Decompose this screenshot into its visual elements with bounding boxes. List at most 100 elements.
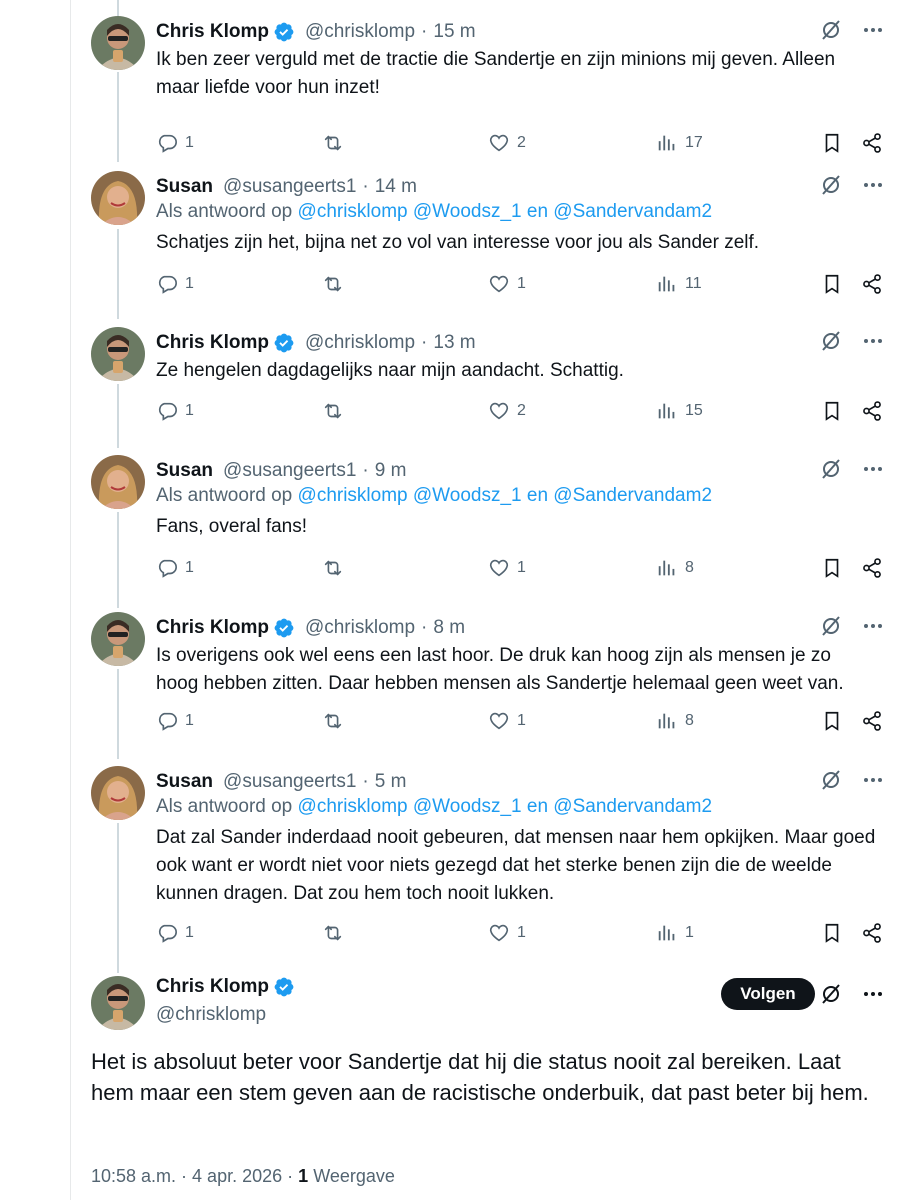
like-button[interactable]: 1: [488, 710, 526, 732]
bookmark-button[interactable]: [821, 132, 843, 154]
more-icon[interactable]: [861, 768, 885, 792]
author-name[interactable]: Chris Klomp: [156, 617, 269, 639]
reply-post: Susan @susangeerts1 · 14 m Als antwoord op @…: [0, 171, 907, 303]
repost-button[interactable]: [322, 400, 351, 422]
avatar[interactable]: [91, 612, 145, 666]
views-count: 17: [685, 134, 703, 151]
avatar[interactable]: [91, 16, 145, 70]
bookmark-button[interactable]: [821, 710, 843, 732]
author-handle[interactable]: @chrisklomp: [305, 21, 415, 43]
grok-icon[interactable]: [819, 768, 843, 792]
more-icon[interactable]: [861, 457, 885, 481]
author-handle[interactable]: @susangeerts1: [223, 460, 356, 482]
reply-context-mentions[interactable]: @chrisklomp @Woodsz_1 en @Sandervandam2: [298, 201, 712, 222]
reply-button[interactable]: 1: [156, 710, 194, 732]
bookmark-button[interactable]: [821, 273, 843, 295]
post-metadata: 10:58 a.m. · 4 apr. 2026 · 1 Weergave: [91, 1166, 395, 1187]
grok-icon[interactable]: [819, 18, 843, 42]
reply-post: Susan @susangeerts1 · 9 m Als antwoord op @c…: [0, 455, 907, 587]
post-header: Chris Klomp @chrisklomp · 15 m: [156, 16, 476, 48]
reply-button[interactable]: 1: [156, 400, 194, 422]
separator-dot: ·: [362, 460, 369, 481]
share-button[interactable]: [861, 710, 883, 732]
like-button[interactable]: 1: [488, 922, 526, 944]
grok-icon[interactable]: [819, 614, 843, 638]
repost-button[interactable]: [322, 132, 351, 154]
author-name[interactable]: Susan: [156, 771, 213, 793]
author-handle[interactable]: @susangeerts1: [223, 771, 356, 793]
views-icon: [656, 273, 678, 295]
post-time[interactable]: 14 m: [375, 176, 417, 198]
bookmark-button[interactable]: [821, 557, 843, 579]
more-icon[interactable]: [861, 18, 885, 42]
post-time[interactable]: 13 m: [433, 332, 475, 354]
post-text: Is overigens ook wel eens een last hoor.…: [156, 645, 844, 694]
views-button[interactable]: 8: [656, 710, 694, 732]
views-count: 8: [685, 559, 694, 576]
share-button[interactable]: [861, 922, 883, 944]
author-name[interactable]: Susan: [156, 460, 213, 482]
avatar[interactable]: [91, 455, 145, 509]
share-button[interactable]: [861, 132, 883, 154]
post-time[interactable]: 9 m: [375, 460, 407, 482]
author-name[interactable]: Chris Klomp: [156, 21, 269, 43]
reply-context-mentions[interactable]: @chrisklomp @Woodsz_1 en @Sandervandam2: [298, 485, 712, 506]
author-name[interactable]: Chris Klomp: [156, 976, 295, 998]
grok-icon[interactable]: [819, 982, 843, 1006]
bookmark-button[interactable]: [821, 400, 843, 422]
post-time[interactable]: 15 m: [433, 21, 475, 43]
avatar[interactable]: [91, 327, 145, 381]
like-button[interactable]: 2: [488, 400, 526, 422]
views-button[interactable]: 11: [656, 273, 702, 295]
grok-icon[interactable]: [819, 329, 843, 353]
post-timestamp[interactable]: 10:58 a.m. · 4 apr. 2026: [91, 1166, 282, 1186]
reply-button[interactable]: 1: [156, 273, 194, 295]
like-button[interactable]: 1: [488, 273, 526, 295]
views-button[interactable]: 17: [656, 132, 703, 154]
grok-icon[interactable]: [819, 173, 843, 197]
author-handle[interactable]: @chrisklomp: [305, 332, 415, 354]
repost-button[interactable]: [322, 273, 351, 295]
post-time[interactable]: 8 m: [433, 617, 465, 639]
author-handle[interactable]: @chrisklomp: [305, 617, 415, 639]
more-icon[interactable]: [861, 614, 885, 638]
repost-button[interactable]: [322, 557, 351, 579]
share-button[interactable]: [861, 557, 883, 579]
views-icon: [656, 710, 678, 732]
author-handle[interactable]: @chrisklomp: [156, 1004, 266, 1026]
repost-icon: [322, 710, 344, 732]
avatar[interactable]: [91, 976, 145, 1030]
views-button[interactable]: 1: [656, 922, 694, 944]
bookmark-icon: [821, 132, 843, 154]
more-icon[interactable]: [861, 173, 885, 197]
bookmark-button[interactable]: [821, 922, 843, 944]
author-name[interactable]: Susan: [156, 176, 213, 198]
views-button[interactable]: 8: [656, 557, 694, 579]
share-button[interactable]: [861, 273, 883, 295]
views-button[interactable]: 15: [656, 400, 703, 422]
post-time[interactable]: 5 m: [375, 771, 407, 793]
like-button[interactable]: 2: [488, 132, 526, 154]
repost-button[interactable]: [322, 922, 351, 944]
follow-button[interactable]: Volgen: [721, 978, 815, 1010]
repost-button[interactable]: [322, 710, 351, 732]
reply-button[interactable]: 1: [156, 557, 194, 579]
reply-post: Chris Klomp @chrisklomp · 13 m Ze hengelen d…: [0, 327, 907, 430]
author-name[interactable]: Chris Klomp: [156, 332, 269, 354]
more-icon[interactable]: [861, 329, 885, 353]
reply-button[interactable]: 1: [156, 922, 194, 944]
avatar[interactable]: [91, 766, 145, 820]
share-button[interactable]: [861, 400, 883, 422]
share-icon: [861, 710, 883, 732]
post-text: Dat zal Sander inderdaad nooit gebeuren,…: [156, 827, 876, 904]
like-button[interactable]: 1: [488, 557, 526, 579]
grok-icon[interactable]: [819, 457, 843, 481]
more-icon[interactable]: [861, 982, 885, 1006]
post-text: Ze hengelen dagdagelijks naar mijn aanda…: [156, 360, 624, 381]
reply-button[interactable]: 1: [156, 132, 194, 154]
author-handle[interactable]: @susangeerts1: [223, 176, 356, 198]
separator-dot: ·: [421, 617, 428, 638]
reply-context: Als antwoord op @chrisklomp @Woodsz_1 en…: [156, 201, 712, 223]
reply-context-mentions[interactable]: @chrisklomp @Woodsz_1 en @Sandervandam2: [298, 796, 712, 817]
avatar[interactable]: [91, 171, 145, 225]
